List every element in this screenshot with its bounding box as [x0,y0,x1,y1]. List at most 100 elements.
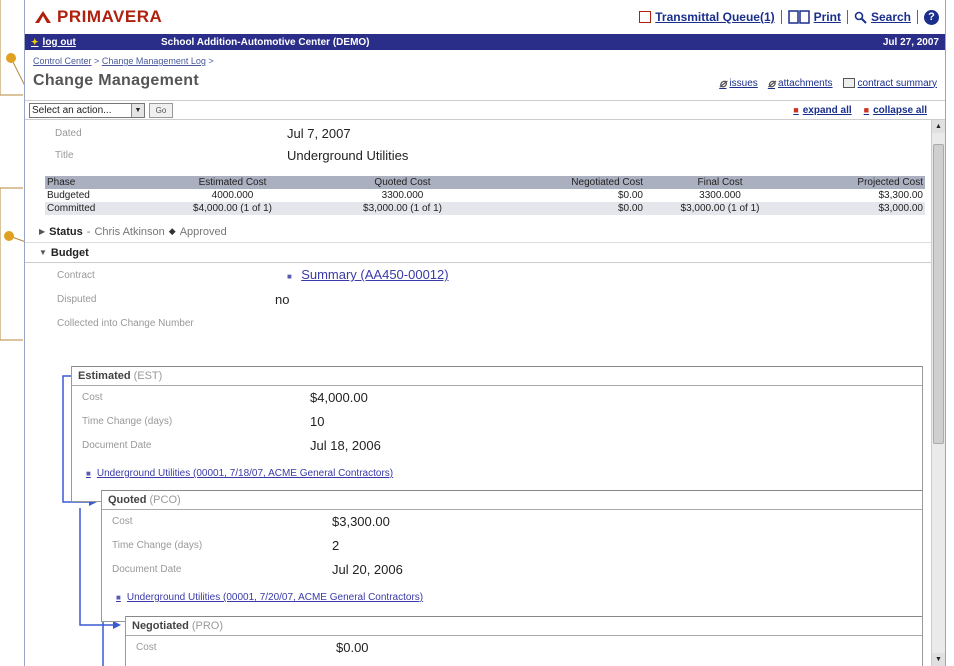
breadcrumb-control-center[interactable]: Control Center [33,56,92,66]
breadcrumb-change-log[interactable]: Change Management Log [102,56,206,66]
search-label: Search [870,10,911,24]
action-select[interactable]: Select an action... ▼ [29,102,145,118]
column-header: Quoted Cost [320,176,485,189]
bullet-icon: ■ [116,593,121,602]
estimated-document-link[interactable]: Underground Utilities (00001, 7/18/07, A… [97,468,393,479]
quoted-document-link-wrap: ■ Underground Utilities (00001, 7/20/07, … [116,592,423,603]
disputed-value: no [275,292,290,307]
collected-label: Collected into Change Number [57,318,194,329]
bullet-icon: ■ [863,104,870,115]
search-link[interactable]: Search [854,10,911,24]
quoted-cost-row: Cost $3,300.00 [102,510,922,534]
estimated-panel: Estimated (EST) Cost $4,000.00 Time Chan… [71,366,923,502]
table-cell: $3,300.00 [878,190,924,201]
project-name: School Addition-Automotive Center (DEMO) [161,36,370,48]
breadcrumb-separator: > [208,56,214,66]
bullet-icon: ■ [86,469,91,478]
issues-label: issues [729,77,758,89]
dated-row: Dated Jul 7, 2007 [25,124,931,146]
transmittal-queue-label: Transmittal Queue(1) [655,10,775,24]
negotiated-cost-value: $0.00 [336,640,369,655]
logout-link[interactable]: ✦ log out [31,37,161,48]
page-header: Control Center > Change Management Log >… [25,50,945,100]
quoted-date-row: Document Date Jul 20, 2006 [102,558,922,582]
quoted-date-value: Jul 20, 2006 [332,562,403,577]
status-section[interactable]: ▶ Status - Chris Atkinson ◆ Approved [25,221,931,243]
breadcrumb: Control Center > Change Management Log > [33,56,937,66]
attachments-link[interactable]: ⌀ attachments [768,76,833,90]
expand-all-link[interactable]: ■ expand all [793,105,851,116]
attachments-label: attachments [778,77,833,89]
quoted-title: Quoted [108,494,147,506]
quoted-time-row: Time Change (days) 2 [102,534,922,558]
scroll-up-icon[interactable]: ▲ [932,120,945,133]
action-select-value: Select an action... [32,104,112,116]
table-cell: 3300.000 [699,190,741,201]
nav-bar: ✦ log out School Addition-Automotive Cen… [25,34,945,50]
expand-all-label: expand all [802,104,852,116]
expand-collapse-links: ■ expand all ■ collapse all [793,105,927,116]
estimated-date-label: Document Date [82,440,152,451]
go-button[interactable]: Go [149,102,173,118]
table-cell: $0.00 [485,202,645,215]
negotiated-abbr: (PRO) [191,620,224,632]
top-links: Transmittal Queue(1) Print Search ? [639,9,939,25]
budget-section-header[interactable]: ▼ Budget [25,243,931,263]
logo: PRIMAVERA [33,7,162,27]
estimated-title: Estimated [78,370,131,382]
estimated-time-row: Time Change (days) 10 [72,410,922,434]
collapse-all-link[interactable]: ■ collapse all [864,105,927,116]
negotiated-cost-row: Cost $0.00 [126,636,922,660]
budget-label: Budget [50,246,89,259]
column-header: Estimated Cost [145,176,320,189]
quoted-panel: Quoted (PCO) Cost $3,300.00 Time Change … [101,490,923,622]
primavera-logo-icon [35,11,51,23]
negotiated-cost-label: Cost [136,642,157,653]
document-icon [842,78,855,88]
callout-dot-1 [6,53,16,63]
title-label: Title [55,150,74,161]
negotiated-title: Negotiated [132,620,189,632]
contract-summary-link[interactable]: contract summary [842,76,937,90]
estimated-time-label: Time Change (days) [82,416,173,427]
contract-summary-item-link[interactable]: Summary (AA450-00012) [301,267,448,282]
current-date: Jul 27, 2007 [882,36,939,48]
paperclip-icon: ⌀ [767,76,776,90]
print-link[interactable]: Print [787,10,841,24]
divider [917,10,918,24]
issues-link[interactable]: ⌀ issues [719,76,758,90]
action-bar: Select an action... ▼ Go ■ expand all ■ co… [25,100,945,120]
scroll-down-icon[interactable]: ▼ [932,653,945,666]
transmittal-queue-link[interactable]: Transmittal Queue(1) [639,10,775,24]
table-cell: Budgeted [47,190,90,201]
column-header: Negotiated Cost [485,176,645,189]
table-header: Phase Estimated Cost Quoted Cost Negotia… [45,176,925,189]
detail-panel: Dated Jul 7, 2007 Title Underground Util… [25,120,931,666]
status-label: Status [49,225,83,238]
divider [780,10,782,24]
table-row: Committed $4,000.00 (1 of 1) $3,000.00 (… [45,202,925,215]
app-window: PRIMAVERA Transmittal Queue(1) Print Sea… [24,0,946,666]
search-icon [854,11,867,24]
breadcrumb-separator: > [94,56,100,66]
vertical-scrollbar[interactable]: ▲ ▼ [931,120,945,666]
quoted-date-label: Document Date [112,564,182,575]
quoted-time-label: Time Change (days) [112,540,203,551]
quoted-document-link[interactable]: Underground Utilities (00001, 7/20/07, A… [127,592,423,603]
brand-name: PRIMAVERA [57,7,163,26]
table-cell: Committed [45,202,145,215]
contract-summary-label: contract summary [857,77,937,89]
help-icon[interactable]: ? [924,9,939,25]
scroll-thumb[interactable] [933,144,944,444]
divider [846,10,848,24]
table-cell: $3,000.00 (1 of 1) [645,202,795,215]
bullet-icon: ■ [793,104,799,115]
bullet-icon: ■ [287,272,292,281]
dated-value: Jul 7, 2007 [287,126,351,141]
print-icon [787,10,810,24]
quoted-time-value: 2 [332,538,340,553]
table-cell: $0.00 [617,190,643,201]
expand-arrow-icon: ▶ [39,227,46,236]
quoted-cost-label: Cost [112,516,133,527]
disputed-row: Disputed no [25,287,931,311]
